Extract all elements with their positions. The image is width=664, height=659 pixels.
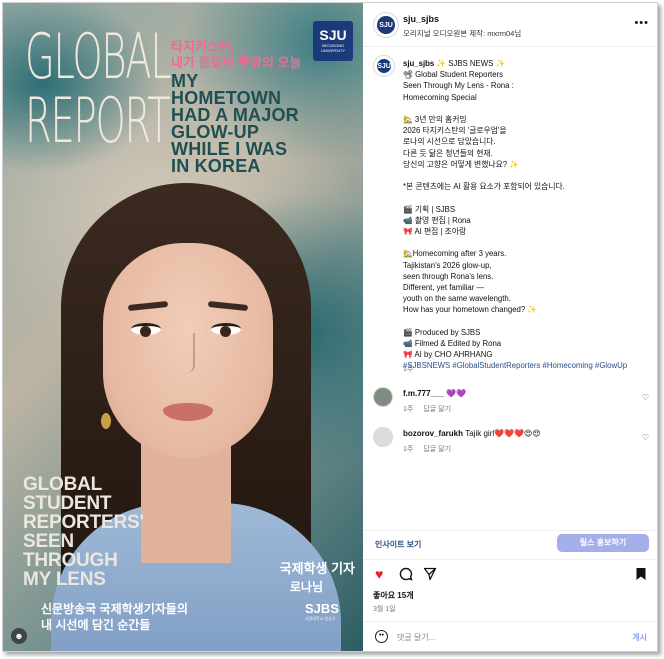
gsr-line: THROUGH (23, 550, 118, 571)
caption-kr-line: 내 시선에 담긴 순간들 (41, 618, 151, 632)
comment-text: 💜💜 (446, 389, 467, 398)
likes-count[interactable]: 좋아요 15개 (373, 590, 414, 601)
comment-time: 1주 (403, 446, 414, 453)
nose-shape (181, 333, 195, 373)
commenter-username[interactable]: bozorov_farukh (403, 429, 463, 438)
more-options-icon[interactable]: ••• (634, 17, 649, 29)
gsr-line: GLOBAL (23, 474, 103, 495)
commenter-avatar[interactable] (373, 427, 393, 447)
insight-bar: 인사이트 보기 릴스 홍보하기 (363, 530, 657, 556)
commenter-avatar[interactable] (373, 387, 393, 407)
global-report-title: GLOBAL REPORT (25, 20, 172, 157)
action-bar: ♥ (363, 559, 657, 587)
left-eye (131, 323, 161, 337)
reporter-name: 로나님 (289, 580, 323, 594)
big-title-line: REPORT (25, 84, 171, 157)
caption-username[interactable]: sju_sjbs (403, 59, 434, 68)
comment-like-icon[interactable]: ♡ (642, 393, 649, 402)
comment-meta: 1주 답글 달기 (403, 444, 461, 454)
caption-body: ✨ SJBS NEWS ✨ 📽 Global Student Reporters… (403, 59, 565, 360)
caption-kr-line: 신문방송국 국제학생기자들의 (41, 602, 188, 616)
instagram-post-window: GLOBAL REPORT 타지키스탄, 내가 몰랐던 룻밖의 오늘 MY HO… (2, 2, 658, 652)
comment-meta: 1주 답글 달기 (403, 404, 461, 414)
comment-composer: •• 게시 (363, 621, 657, 651)
avatar-text: SJU (377, 59, 391, 73)
emoji-smiley-icon[interactable]: •• (375, 630, 388, 643)
comment-like-icon[interactable]: ♡ (642, 433, 649, 442)
reply-button[interactable]: 답글 달기 (423, 406, 451, 413)
caption-avatar[interactable]: SJU (373, 55, 395, 77)
comment-item: f.m.777___ 💜💜 1주 답글 달기 ♡ (373, 387, 653, 417)
sju-logo-sub: SEOJEONG UNIVERSITY (320, 43, 345, 53)
caption-time: 1주 (403, 366, 414, 373)
original-audio-link[interactable]: 오리지널 오디오원본 제작: mxrm04님 (403, 28, 521, 39)
share-send-icon[interactable] (423, 567, 437, 583)
sju-university-logo: SJU SEOJEONG UNIVERSITY (313, 21, 353, 61)
reply-button[interactable]: 답글 달기 (423, 446, 451, 453)
sjbs-logo: SJBS 서정대학교 방송국 (305, 601, 339, 622)
view-insights-link[interactable]: 인사이트 보기 (375, 539, 421, 550)
header-username[interactable]: sju_sjbs (403, 14, 439, 24)
avatar-text: SJU (377, 16, 395, 34)
comment-bubble-icon[interactable] (399, 567, 413, 583)
right-eye (211, 323, 241, 337)
caption-hashtags[interactable]: #SJBSNEWS #GlobalStudentReporters #Homec… (403, 361, 627, 370)
sjbs-logo-sub: 서정대학교 방송국 (305, 616, 336, 621)
commenter-username[interactable]: f.m.777___ (403, 389, 444, 398)
profile-avatar[interactable]: SJU (373, 12, 399, 38)
gsr-line: STUDENT (23, 493, 112, 514)
gsr-line: MY LENS (23, 569, 106, 590)
big-title-line: GLOBAL (25, 20, 172, 93)
comment-input[interactable] (397, 628, 617, 646)
post-side-panel: SJU sju_sjbs 오리지널 오디오원본 제작: mxrm04님 ••• … (363, 3, 657, 651)
korean-caption: 신문방송국 국제학생기자들의 내 시선에 담긴 순간들 (41, 601, 188, 633)
comment-item: bozorov_farukh Tajik girl❤️❤️❤️😍😍 1주 답글 달… (373, 427, 653, 457)
sjbs-logo-mark: SJBS (305, 601, 339, 616)
post-comment-button[interactable]: 게시 (632, 632, 647, 643)
user-tag-icon[interactable]: ☻ (11, 628, 27, 644)
gsr-line: REPORTERS' (23, 512, 144, 533)
caption-text: sju_sjbs ✨ SJBS NEWS ✨ 📽 Global Student … (403, 58, 649, 372)
sju-logo-mark: SJU (319, 27, 347, 43)
reel-media[interactable]: GLOBAL REPORT 타지키스탄, 내가 몰랐던 룻밖의 오늘 MY HO… (3, 3, 363, 651)
post-header: SJU sju_sjbs 오리지널 오디오원본 제작: mxrm04님 ••• (363, 3, 657, 47)
post-date: 3월 1일 (373, 606, 396, 613)
earring (101, 413, 111, 429)
boost-reel-button[interactable]: 릴스 홍보하기 (557, 534, 649, 552)
english-headline: MY HOMETOWN HAD A MAJOR GLOW-UP WHILE I … (171, 72, 361, 176)
comment-time: 1주 (403, 406, 414, 413)
comment-line: f.m.777___ 💜💜 (403, 389, 466, 398)
reporter-title-kr: 국제학생 기자 (279, 561, 355, 576)
comment-line: bozorov_farukh Tajik girl❤️❤️❤️😍😍 (403, 429, 541, 438)
bookmark-icon[interactable] (635, 567, 647, 583)
en-headline-line: IN KOREA (171, 156, 261, 176)
comment-text: Tajik girl❤️❤️❤️😍😍 (465, 429, 541, 438)
gsr-line: SEEN (23, 531, 74, 552)
global-student-reporters-title: GLOBAL STUDENT REPORTERS' SEEN THROUGH M… (23, 475, 203, 589)
heart-filled-icon[interactable]: ♥ (375, 567, 383, 581)
